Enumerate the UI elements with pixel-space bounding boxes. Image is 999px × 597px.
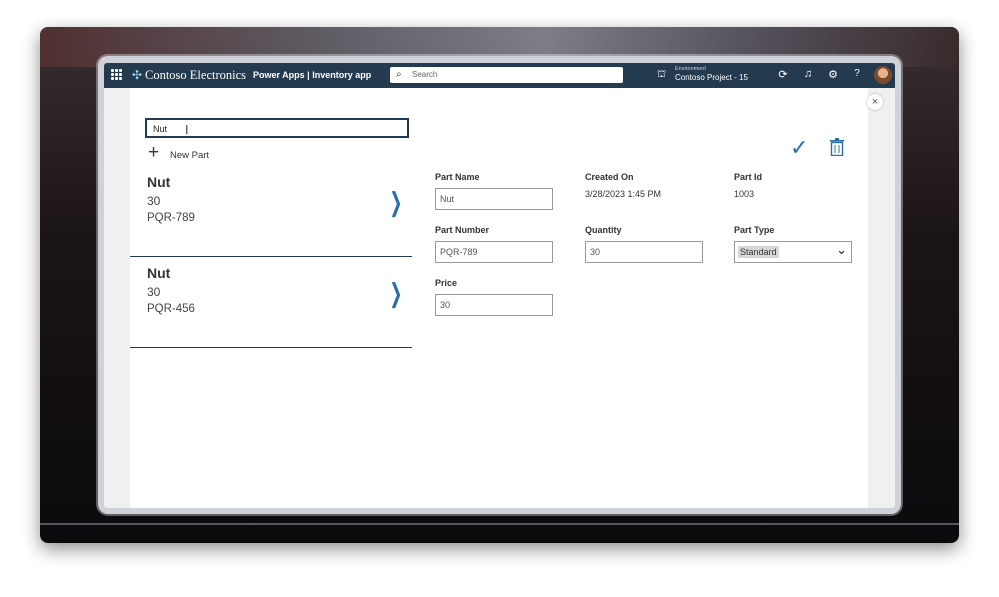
part-type-value: Standard [738,246,779,258]
environment-icon[interactable]: ⛫ [657,69,666,82]
app-title: Power Apps | Inventory app [253,70,372,80]
search-icon: ⌕ [396,69,402,80]
chevron-right-icon[interactable]: ❯ [389,279,402,309]
environment-name[interactable]: Contoso Project - 15 [675,73,748,82]
plus-icon: + [148,142,160,163]
app-window: ✣ Contoso Electronics Power Apps | Inven… [104,63,895,508]
quantity-label: Quantity [585,225,622,235]
chevron-right-icon[interactable]: ❯ [389,188,402,218]
notifications-icon[interactable]: ♫ [801,68,815,80]
search-input[interactable]: Nut I [145,118,409,138]
price-label: Price [435,278,458,288]
part-id-value: 1003 [734,189,755,199]
text-cursor-icon: I [185,123,189,137]
settings-icon[interactable]: ⚙ [826,68,840,81]
list-item-name: Nut [147,265,171,281]
chevron-down-icon: ⌄ [836,243,847,258]
list-item-part-number: PQR-456 [147,303,195,315]
part-number-field[interactable]: PQR-789 [435,241,553,263]
list-item-part-number: PQR-789 [147,212,195,224]
part-id-label: Part Id [734,172,763,182]
price-field[interactable]: 30 [435,294,553,316]
help-icon[interactable]: ? [850,68,864,79]
part-name-field[interactable]: Nut [435,188,553,210]
close-icon[interactable]: × [867,94,883,110]
search-input-value: Nut [153,124,168,134]
backdrop-stripe [40,523,959,525]
part-type-label: Part Type [734,225,775,235]
avatar[interactable] [874,66,892,84]
part-number-label: Part Number [435,225,490,235]
new-part-label: New Part [170,150,210,161]
list-item[interactable]: Nut 30 PQR-456 ❯ [130,257,412,348]
top-bar: ✣ Contoso Electronics Power Apps | Inven… [104,63,895,88]
sync-icon[interactable]: ⟳ [776,68,790,81]
search-placeholder: Search [412,70,438,79]
part-type-dropdown[interactable]: Standard ⌄ [734,241,852,263]
app-launcher-icon[interactable] [111,69,122,80]
created-on-value: 3/28/2023 1:45 PM [585,189,662,199]
created-on-label: Created On [585,172,634,182]
contoso-logo-icon: ✣ [132,68,143,82]
environment-label: Environment [675,66,706,72]
list-item[interactable]: Nut 30 PQR-789 ❯ [130,166,412,257]
delete-trash-icon[interactable] [830,138,844,156]
app-canvas: Nut I + New Part Nut 30 PQR-789 ❯ Nut 30… [130,88,868,508]
brand-name: Contoso Electronics [145,68,247,82]
part-name-label: Part Name [435,172,480,182]
list-item-name: Nut [147,174,171,190]
quantity-field[interactable]: 30 [585,241,703,263]
search-box[interactable]: ⌕ Search [390,67,623,83]
list-item-quantity: 30 [147,285,161,299]
list-item-quantity: 30 [147,194,161,208]
save-check-icon[interactable]: ✓ [790,136,808,161]
